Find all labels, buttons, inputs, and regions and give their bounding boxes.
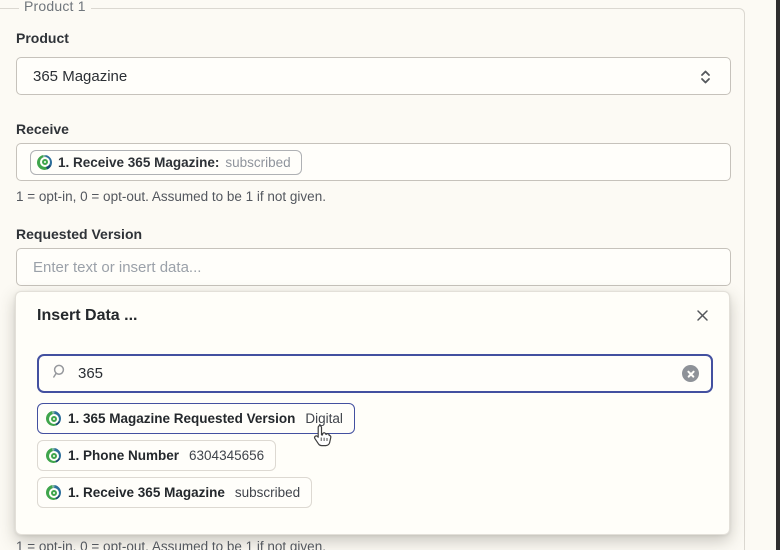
option-value: subscribed [235, 485, 300, 500]
bottom-help-text: 1 = opt-in, 0 = opt-out. Assumed to be 1… [16, 539, 326, 550]
option-value: 6304345656 [189, 448, 264, 463]
app-rings-icon [46, 448, 61, 463]
option-label: 1. Receive 365 Magazine [68, 485, 225, 500]
search-input[interactable]: 365 [37, 354, 713, 393]
insert-data-options: 1. 365 Magazine Requested Version Digita… [37, 403, 355, 508]
clear-search-icon[interactable] [682, 365, 699, 382]
app-rings-icon [46, 411, 61, 426]
receive-token[interactable]: 1. Receive 365 Magazine: subscribed [30, 150, 302, 175]
receive-label: Receive [16, 121, 69, 137]
search-value: 365 [78, 365, 103, 382]
option-phone-number[interactable]: 1. Phone Number 6304345656 [37, 440, 276, 471]
requested-version-label: Requested Version [16, 226, 142, 242]
zap-editor-screen: Product 1 Product 365 Magazine Receive 1… [0, 0, 780, 550]
app-rings-icon [37, 155, 52, 170]
receive-token-label: 1. Receive 365 Magazine: [58, 155, 219, 170]
chevron-up-down-icon [699, 68, 712, 90]
requested-version-placeholder: Enter text or insert data... [33, 259, 201, 276]
app-rings-icon [46, 485, 61, 500]
option-value: Digital [305, 411, 343, 426]
modal-title: Insert Data ... [37, 307, 137, 325]
search-icon [51, 363, 68, 384]
option-receive-365-magazine[interactable]: 1. Receive 365 Magazine subscribed [37, 477, 312, 508]
option-label: 1. 365 Magazine Requested Version [68, 411, 295, 426]
option-365-magazine-requested-version[interactable]: 1. 365 Magazine Requested Version Digita… [37, 403, 355, 434]
window-edge-strip [776, 0, 780, 550]
close-icon[interactable] [693, 306, 711, 324]
receive-token-value: subscribed [225, 155, 290, 170]
product-select-value: 365 Magazine [33, 68, 127, 85]
option-label: 1. Phone Number [68, 448, 179, 463]
receive-help-text: 1 = opt-in, 0 = opt-out. Assumed to be 1… [16, 189, 326, 204]
insert-data-modal: Insert Data ... 365 1. 365 Magazine Requ… [15, 291, 730, 535]
product-label: Product [16, 30, 69, 46]
product-select[interactable]: 365 Magazine [16, 57, 731, 95]
section-legend: Product 1 [19, 0, 91, 14]
requested-version-input[interactable]: Enter text or insert data... [16, 248, 731, 286]
receive-field[interactable]: 1. Receive 365 Magazine: subscribed [16, 143, 731, 181]
